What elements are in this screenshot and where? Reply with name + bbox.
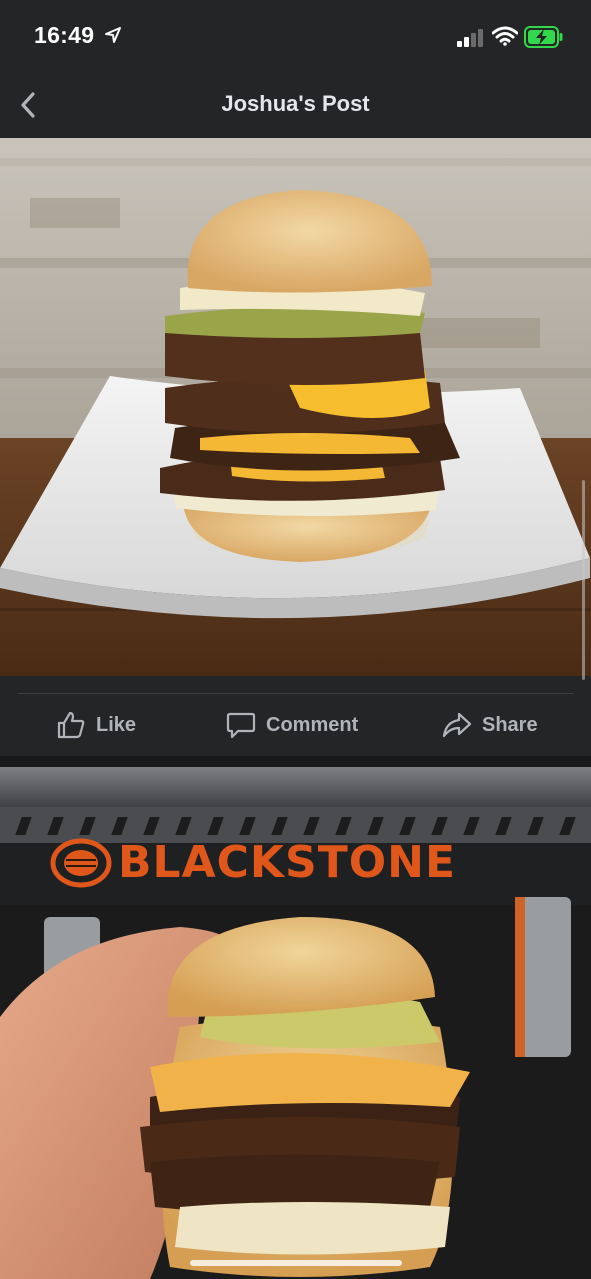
wifi-icon <box>492 26 518 46</box>
comment-button[interactable]: Comment <box>226 708 358 742</box>
blackstone-emblem-icon <box>50 838 112 888</box>
page-title: Joshua's Post <box>221 91 370 116</box>
post-separator <box>0 756 591 767</box>
divider <box>18 693 573 694</box>
status-bar: 16:49 <box>0 0 591 75</box>
share-button[interactable]: Share <box>442 708 538 742</box>
thumbs-up-icon <box>57 711 85 739</box>
burger-on-white-plate-photo[interactable] <box>0 138 591 676</box>
comment-label: Comment <box>266 713 359 736</box>
share-arrow-icon <box>442 712 472 738</box>
share-label: Share <box>482 713 538 736</box>
status-time: 16:49 <box>34 22 95 48</box>
cellular-signal-icon <box>457 29 483 47</box>
scroll-indicator <box>582 480 585 680</box>
blackstone-logo-text: BLACKSTONE <box>118 837 457 888</box>
speech-bubble-icon <box>226 712 256 739</box>
blackstone-logo: BLACKSTONE <box>50 838 456 888</box>
location-arrow-icon <box>105 27 121 43</box>
post-action-bar: Like Comment Share <box>0 676 591 756</box>
nav-bar: Joshua's Post <box>0 75 591 137</box>
like-button[interactable]: Like <box>56 708 136 742</box>
battery-charging-icon <box>524 26 563 48</box>
home-indicator[interactable] <box>190 1260 402 1266</box>
like-label: Like <box>96 713 137 736</box>
